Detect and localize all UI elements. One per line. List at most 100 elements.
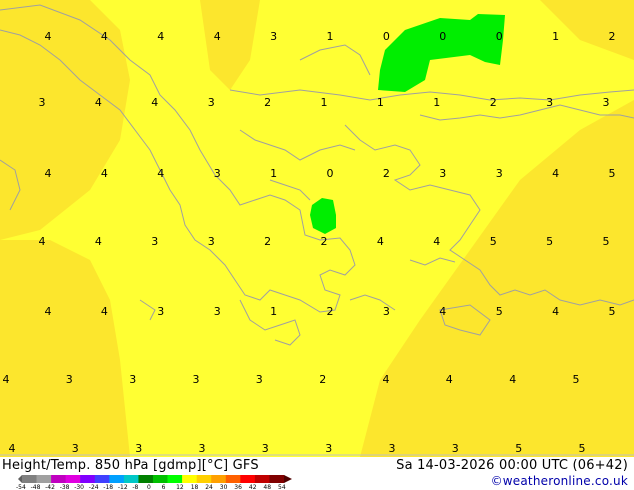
temp-label: 2 <box>321 235 328 248</box>
colorbar-tick-label: 18 <box>190 484 199 490</box>
temp-label: 3 <box>452 442 459 455</box>
temp-label: 3 <box>129 373 136 386</box>
colorbar-tick-label: 42 <box>248 484 257 490</box>
temp-label: 3 <box>496 167 503 180</box>
temp-label: 3 <box>39 96 46 109</box>
temp-label: 4 <box>101 305 108 318</box>
credit-link[interactable]: ©weatheronline.co.uk <box>491 474 628 488</box>
colorbar-swatch <box>167 475 183 483</box>
temp-label: 4 <box>3 373 10 386</box>
colorbar-swatch <box>123 475 139 483</box>
colorbar-tick-label: 6 <box>161 484 166 490</box>
map-title: Height/Temp. 850 hPa [gdmp][°C] GFS <box>2 458 259 473</box>
temp-label: 3 <box>325 442 332 455</box>
colorbar-tick-label: 0 <box>147 484 151 490</box>
temperature-map: 4 4 4 4 3 1 0 0 0 1 2 3 4 4 3 2 1 1 1 2 3 3 4 4 4 3 1 0 2 3 3 4 5 4 4 3 3 2 2 4… <box>0 0 634 457</box>
temp-label: 3 <box>193 373 200 386</box>
colorbar-tick-label: 36 <box>234 484 242 490</box>
colorbar-tick-label: -12 <box>117 484 128 490</box>
temp-label: 5 <box>496 305 503 318</box>
temp-label: 5 <box>573 373 580 386</box>
temp-label: 0 <box>439 30 446 43</box>
temp-label: 2 <box>490 96 497 109</box>
colorbar-tick-label: 54 <box>278 484 286 490</box>
temp-label: 4 <box>151 96 158 109</box>
temp-label: 4 <box>9 442 16 455</box>
temp-label: 0 <box>383 30 390 43</box>
temp-label: 3 <box>199 442 206 455</box>
temp-label: 2 <box>264 96 271 109</box>
temp-label: 5 <box>609 305 616 318</box>
temp-label: 4 <box>39 235 46 248</box>
temp-label: 5 <box>603 235 610 248</box>
temp-label: 3 <box>66 373 73 386</box>
colorbar-tick-label: -54 <box>16 484 26 490</box>
temp-label: 4 <box>95 235 102 248</box>
temp-label: 0 <box>327 167 334 180</box>
temp-label: 4 <box>95 96 102 109</box>
colorbar-tick-label: -24 <box>88 484 99 490</box>
colorbar-right-arrow <box>284 475 292 483</box>
temp-label: 0 <box>496 30 503 43</box>
temp-label: 3 <box>383 305 390 318</box>
temp-label: 4 <box>552 305 559 318</box>
temp-label: 3 <box>151 235 158 248</box>
temp-label: 4 <box>433 235 440 248</box>
temp-label: 5 <box>546 235 553 248</box>
temp-label: 3 <box>262 442 269 455</box>
temp-label: 4 <box>101 30 108 43</box>
colorbar-swatch <box>254 475 270 483</box>
colorbar-swatch <box>182 475 197 483</box>
colorbar-swatch <box>240 475 256 483</box>
temp-label: 3 <box>135 442 142 455</box>
temp-label: 1 <box>270 305 277 318</box>
temp-label: 1 <box>433 96 440 109</box>
temp-label: 1 <box>270 167 277 180</box>
temp-label: 3 <box>208 96 215 109</box>
temp-label: 1 <box>552 30 559 43</box>
weather-map-view: 4444310001234432111233444310233454433224… <box>0 0 634 490</box>
temp-label: 4 <box>214 30 221 43</box>
temp-label: 5 <box>490 235 497 248</box>
colorbar-tick-label: 12 <box>176 484 184 490</box>
temp-label: 2 <box>327 305 334 318</box>
colorbar-swatch <box>211 475 227 483</box>
temp-label: 1 <box>377 96 384 109</box>
colorbar-tick-label: 24 <box>205 484 213 490</box>
colorbar-tick-label: 48 <box>263 484 272 490</box>
temp-label: 2 <box>319 373 326 386</box>
colorbar-tick-label: -8 <box>132 484 139 490</box>
colorbar-swatch <box>65 475 81 483</box>
temp-label: 2 <box>609 30 616 43</box>
colorbar-tick-label: -48 <box>30 484 41 490</box>
colorbar-swatch <box>109 475 125 483</box>
temp-label: 3 <box>208 235 215 248</box>
colorbar-swatch <box>94 475 110 483</box>
forecast-datetime: Sa 14-03-2026 00:00 UTC (06+42) <box>396 458 628 473</box>
colorbar-swatch <box>80 475 96 483</box>
colorbar-tick-label: 30 <box>219 484 228 490</box>
temp-label: 3 <box>214 167 221 180</box>
temp-label: 4 <box>45 305 52 318</box>
temp-label: 3 <box>439 167 446 180</box>
colorbar-tick-label: -18 <box>103 484 114 490</box>
colorbar-swatch <box>51 475 66 483</box>
temp-label: 5 <box>609 167 616 180</box>
temp-label: 1 <box>327 30 334 43</box>
colorbar-tick-label: -42 <box>45 484 55 490</box>
temp-label: 3 <box>256 373 263 386</box>
colorbar-labels: -54 -48 -42 -38 -30 -24 -18 -12 -8 0 6 12 18 24 30 36 42… <box>16 484 298 490</box>
temp-label: 3 <box>270 30 277 43</box>
temp-label: 4 <box>157 30 164 43</box>
temp-label: 3 <box>157 305 164 318</box>
temp-label: 4 <box>157 167 164 180</box>
temp-label: 4 <box>45 167 52 180</box>
temp-label: 4 <box>552 167 559 180</box>
temp-label: 4 <box>45 30 52 43</box>
temp-label: 3 <box>214 305 221 318</box>
temp-label: 4 <box>446 373 453 386</box>
temp-label: 4 <box>439 305 446 318</box>
temp-label: 3 <box>603 96 610 109</box>
colorbar-swatch <box>225 475 241 483</box>
colorbar-left-arrow <box>18 475 22 483</box>
